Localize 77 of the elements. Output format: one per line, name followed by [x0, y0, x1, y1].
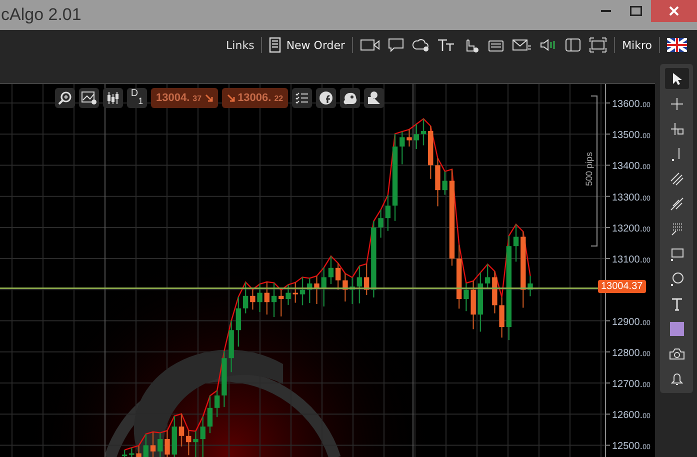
cloud-settings-icon[interactable] — [412, 37, 430, 53]
candle — [228, 320, 234, 372]
candle — [528, 276, 533, 296]
document-icon — [269, 37, 282, 53]
candlestick-icon[interactable] — [103, 88, 123, 108]
fullscreen-icon[interactable] — [589, 37, 608, 53]
window-title: cAlgo 2.01 — [1, 5, 82, 25]
sound-icon[interactable] — [539, 37, 558, 53]
candle — [385, 195, 390, 231]
close-icon — [669, 6, 679, 16]
candle — [286, 284, 291, 305]
checklist-icon[interactable] — [292, 88, 312, 108]
candle — [222, 350, 227, 407]
candle — [300, 277, 306, 306]
candle — [271, 282, 277, 318]
candle — [420, 118, 426, 146]
candle — [129, 448, 134, 457]
candle — [442, 171, 448, 195]
candle — [314, 276, 320, 304]
candle — [499, 297, 504, 338]
candle — [200, 416, 206, 457]
flag-icon[interactable] — [667, 38, 687, 52]
candle — [193, 431, 198, 457]
minimize-icon — [601, 10, 611, 12]
candle — [428, 126, 434, 179]
candle — [464, 283, 469, 312]
account-name[interactable]: Mikro — [622, 38, 652, 52]
maximize-icon — [630, 6, 642, 16]
candle — [470, 280, 476, 330]
candle — [178, 414, 184, 446]
candle — [257, 284, 262, 312]
video-icon[interactable] — [360, 38, 380, 52]
candle — [456, 244, 462, 309]
candle — [136, 446, 142, 457]
candle — [321, 268, 326, 306]
candle — [292, 282, 298, 303]
current-price-tag: 13004.37 — [598, 280, 646, 293]
candle — [264, 282, 270, 315]
candle — [150, 432, 156, 457]
links-link[interactable]: Links — [226, 38, 254, 52]
candle — [336, 263, 341, 290]
candle — [158, 432, 163, 457]
chat-bubble-icon[interactable] — [387, 37, 406, 53]
candle — [400, 132, 405, 164]
candle — [435, 158, 440, 206]
candle — [207, 396, 213, 434]
candle — [143, 434, 148, 457]
layout-icon[interactable] — [564, 37, 582, 53]
measure-label: 500 pips — [584, 152, 594, 186]
candle — [186, 430, 192, 456]
cursor-icon[interactable] — [664, 68, 688, 89]
new-order-button[interactable]: New Order — [269, 37, 346, 53]
candle — [307, 278, 312, 304]
blob-icon[interactable] — [340, 88, 360, 108]
candle — [278, 290, 284, 316]
close-button[interactable] — [651, 0, 697, 22]
candle — [350, 278, 355, 304]
candle — [492, 271, 498, 314]
arrow-icon — [226, 94, 235, 102]
candle — [328, 256, 334, 284]
candle — [164, 430, 170, 457]
candle — [172, 416, 177, 457]
chart-settings-icon[interactable] — [79, 88, 99, 108]
circle-f-icon[interactable] — [316, 88, 336, 108]
candle — [406, 129, 412, 147]
candle — [513, 224, 519, 262]
text-size-icon[interactable] — [437, 37, 456, 53]
candle — [214, 390, 220, 417]
candle — [342, 274, 348, 302]
shapes-icon[interactable] — [364, 88, 384, 108]
candle — [122, 450, 128, 457]
candle — [250, 289, 256, 310]
candle — [414, 124, 419, 150]
zoom-in-icon[interactable] — [55, 88, 75, 108]
candle — [378, 210, 384, 238]
mail-icon[interactable] — [512, 37, 532, 53]
arrow-icon — [204, 94, 213, 102]
